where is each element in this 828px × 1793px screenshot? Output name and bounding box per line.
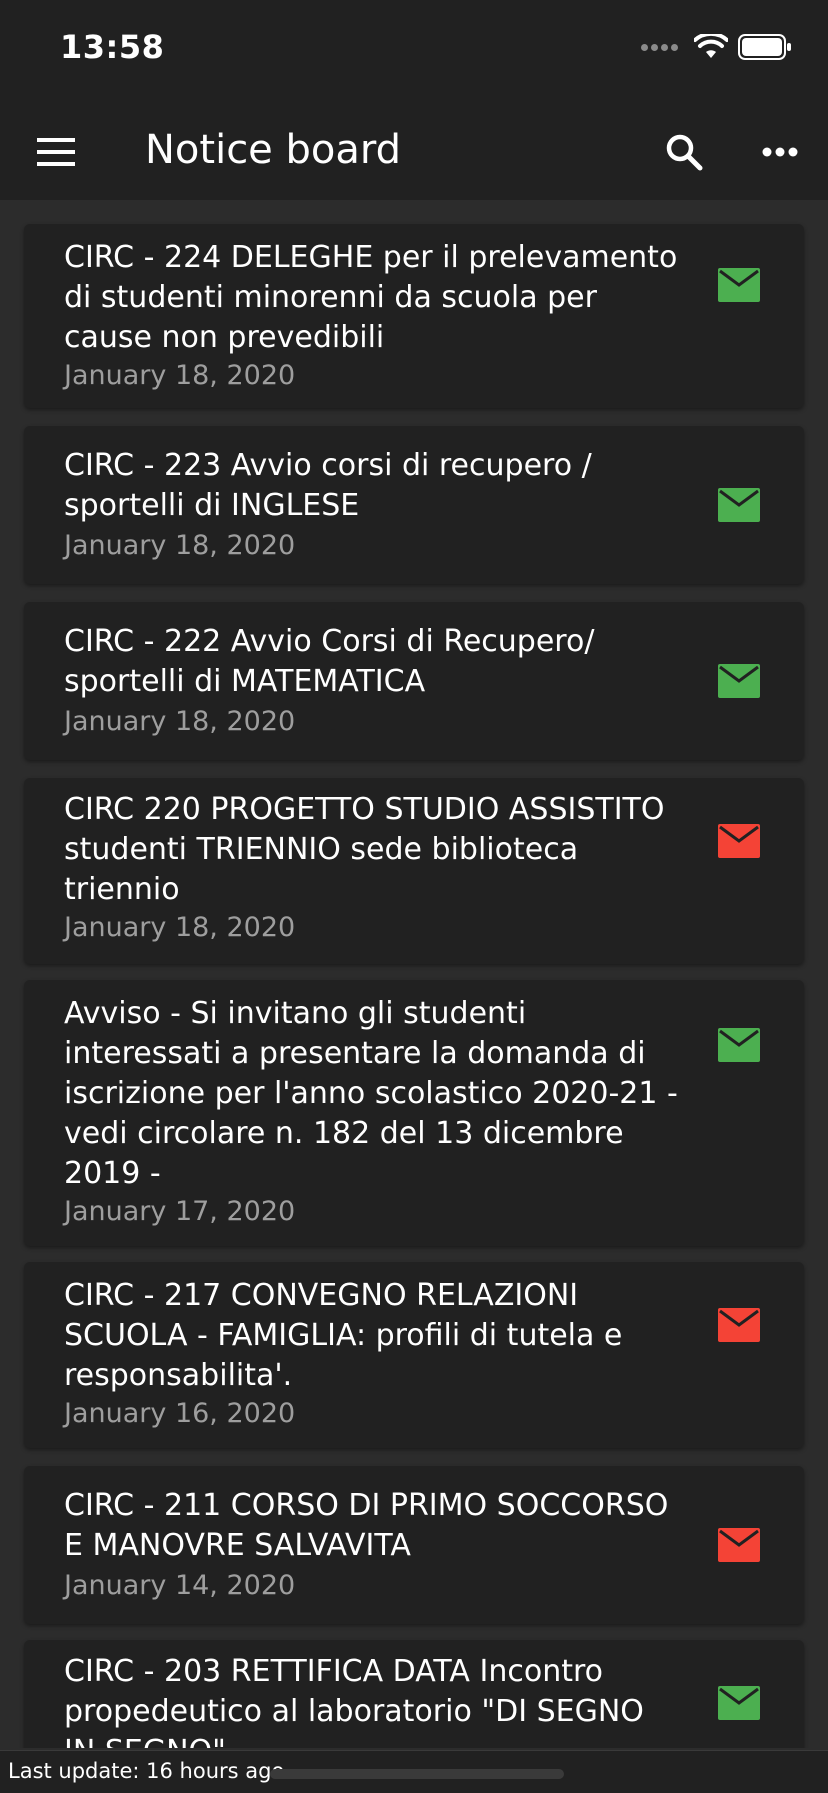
mail-unread-icon — [718, 1308, 760, 1342]
notice-date: January 18, 2020 — [64, 912, 296, 943]
notice-date: January 18, 2020 — [64, 530, 296, 561]
notice-card[interactable]: CIRC - 203 RETTIFICA DATA Incontro prope… — [24, 1640, 804, 1748]
search-button[interactable] — [654, 122, 714, 182]
notice-date: January 18, 2020 — [64, 360, 296, 391]
app-bar: Notice board — [0, 100, 828, 200]
notice-list[interactable]: CIRC - 224 DELEGHE per il prelevamento d… — [0, 200, 828, 1748]
notice-title: CIRC - 217 CONVEGNO RELAZIONI SCUOLA - F… — [64, 1278, 623, 1393]
mail-unread-icon — [718, 1528, 760, 1562]
mail-read-icon — [718, 488, 760, 522]
footer: Last update: 16 hours ago — [0, 1750, 828, 1793]
battery-icon — [738, 34, 791, 60]
notice-date: January 16, 2020 — [64, 1398, 296, 1429]
notice-card[interactable]: CIRC - 224 DELEGHE per il prelevamento d… — [24, 224, 804, 408]
notice-date: January 18, 2020 — [64, 706, 296, 737]
mail-read-icon — [718, 1028, 760, 1062]
notice-title: CIRC - 211 CORSO DI PRIMO SOCCORSO E MAN… — [64, 1488, 669, 1563]
home-indicator[interactable] — [270, 1769, 564, 1779]
more-options-button[interactable] — [750, 122, 810, 182]
notice-title: Avviso - Si invitano gli studenti intere… — [64, 996, 678, 1191]
notice-date: January 17, 2020 — [64, 1196, 296, 1227]
mail-read-icon — [718, 1686, 760, 1720]
last-update-text: Last update: 16 hours ago — [8, 1759, 285, 1783]
notice-card[interactable]: CIRC - 211 CORSO DI PRIMO SOCCORSO E MAN… — [24, 1466, 804, 1624]
notice-title: CIRC - 224 DELEGHE per il prelevamento d… — [64, 240, 678, 355]
notice-title: CIRC - 223 Avvio corsi di recupero / spo… — [64, 448, 592, 523]
notice-card[interactable]: CIRC 220 PROGETTO STUDIO ASSISTITO stude… — [24, 778, 804, 964]
page-title: Notice board — [145, 127, 402, 173]
hamburger-menu-icon — [37, 138, 75, 166]
notice-title: CIRC - 222 Avvio Corsi di Recupero/ spor… — [64, 624, 595, 699]
status-time: 13:58 — [60, 28, 165, 66]
search-icon — [666, 134, 703, 171]
notice-title: CIRC 220 PROGETTO STUDIO ASSISTITO stude… — [64, 792, 665, 907]
wifi-icon — [694, 34, 728, 58]
cellular-signal-icon — [641, 43, 678, 51]
notice-card[interactable]: Avviso - Si invitano gli studenti intere… — [24, 980, 804, 1246]
mail-read-icon — [718, 664, 760, 698]
notice-card[interactable]: CIRC - 223 Avvio corsi di recupero / spo… — [24, 426, 804, 584]
notice-title: CIRC - 203 RETTIFICA DATA Incontro prope… — [64, 1654, 644, 1748]
notice-card[interactable]: CIRC - 217 CONVEGNO RELAZIONI SCUOLA - F… — [24, 1262, 804, 1448]
status-bar: 13:58 — [0, 0, 828, 100]
more-horizontal-icon — [762, 147, 798, 157]
mail-read-icon — [718, 268, 760, 302]
menu-button[interactable] — [26, 124, 86, 180]
notice-date: January 14, 2020 — [64, 1570, 296, 1601]
status-icons — [641, 34, 792, 60]
mail-unread-icon — [718, 824, 760, 858]
notice-card[interactable]: CIRC - 222 Avvio Corsi di Recupero/ spor… — [24, 602, 804, 760]
